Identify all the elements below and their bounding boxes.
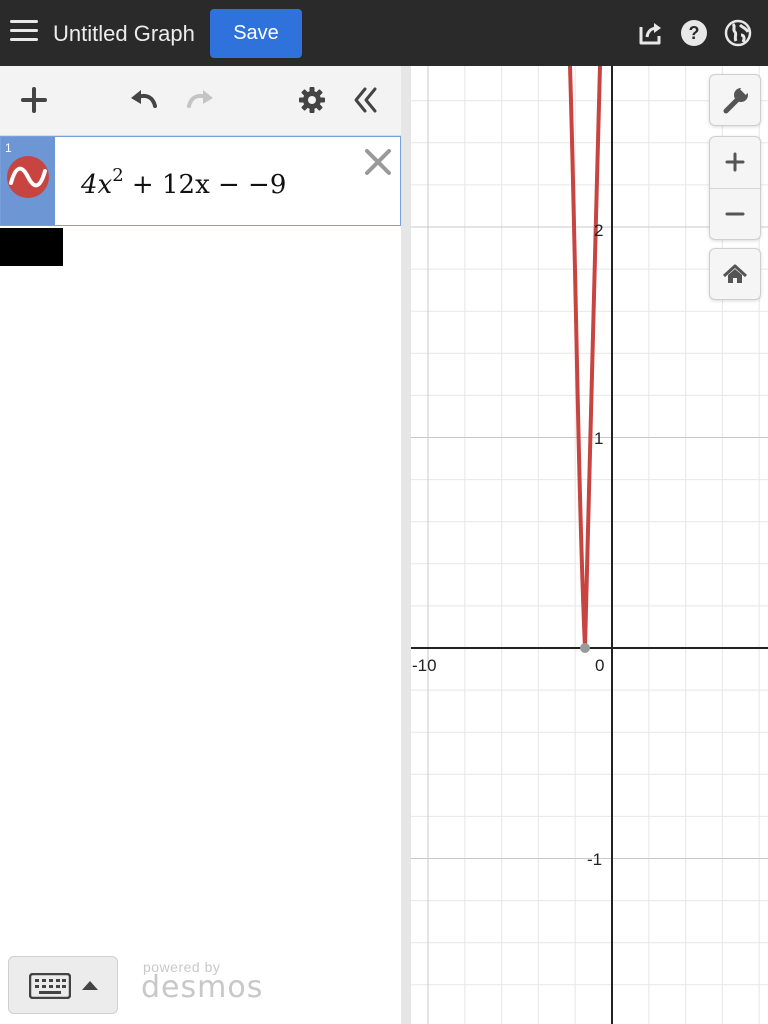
panel-divider[interactable]	[401, 66, 411, 1024]
y-tick-label-2: 2	[594, 221, 603, 240]
occluded-region	[0, 228, 63, 266]
desmos-logo: desmos	[141, 970, 264, 1005]
globe-icon[interactable]	[724, 19, 752, 47]
top-bar: Untitled Graph Save ?	[0, 0, 768, 66]
expression-input[interactable]: 4x2 + 12x − −9	[81, 165, 286, 200]
svg-text:?: ?	[689, 23, 700, 43]
help-icon[interactable]: ?	[680, 19, 708, 47]
undo-icon[interactable]	[128, 84, 160, 116]
origin-label: 0	[595, 656, 604, 675]
settings-icon[interactable]	[296, 84, 328, 116]
save-button[interactable]: Save	[210, 9, 302, 58]
graph-title[interactable]: Untitled Graph	[53, 21, 195, 47]
y-tick-label-1: 1	[594, 429, 603, 448]
home-icon[interactable]	[710, 249, 760, 299]
add-icon[interactable]	[18, 84, 50, 116]
expression-toolbar	[0, 66, 401, 136]
x-tick-label-neg10: -10	[412, 656, 437, 675]
expression-row[interactable]: 1 4x2 + 12x − −9	[0, 136, 401, 226]
expression-tab[interactable]: 1	[1, 137, 55, 225]
zoom-home-button[interactable]	[709, 248, 761, 300]
delete-expression-icon[interactable]	[363, 147, 393, 177]
keyboard-icon	[29, 973, 71, 999]
zoom-controls	[709, 136, 761, 240]
parabola-curve[interactable]	[568, 66, 602, 649]
collapse-icon[interactable]	[350, 84, 382, 116]
zoom-in-icon[interactable]	[710, 137, 760, 187]
chevron-up-icon	[82, 981, 98, 990]
menu-icon[interactable]	[10, 20, 38, 44]
expression-panel: 1 4x2 + 12x − −9 powered by desmos	[0, 66, 401, 1024]
vertex-point[interactable]	[580, 643, 590, 653]
graph-color-icon[interactable]	[6, 155, 50, 199]
redo-icon[interactable]	[184, 84, 216, 116]
y-tick-label-neg1: -1	[587, 850, 602, 869]
wrench-icon[interactable]	[710, 75, 760, 125]
graph-settings-button[interactable]	[709, 74, 761, 126]
zoom-out-icon[interactable]	[710, 189, 760, 239]
keyboard-toggle-button[interactable]	[8, 956, 118, 1014]
share-icon[interactable]	[637, 19, 665, 47]
expression-number: 1	[5, 141, 12, 155]
